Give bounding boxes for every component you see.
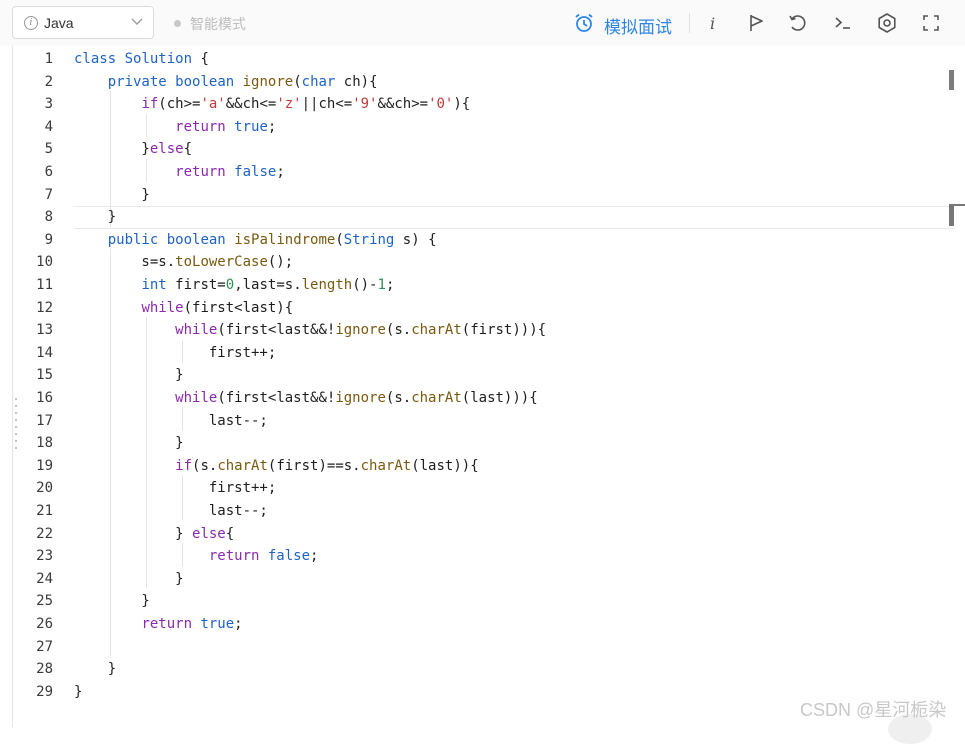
editor-toolbar: i Java 智能模式 模拟面试 i bbox=[0, 0, 965, 46]
line-number: 9 bbox=[44, 231, 53, 248]
line-number: 14 bbox=[36, 344, 53, 361]
line-number: 19 bbox=[36, 457, 53, 474]
code-line-5: }else{ bbox=[74, 141, 193, 158]
settings-icon[interactable] bbox=[876, 12, 898, 34]
line-number: 22 bbox=[36, 525, 53, 542]
code-line-2: private boolean ignore(char ch){ bbox=[107, 73, 378, 90]
line-number: 21 bbox=[36, 503, 53, 519]
code-editor[interactable]: 1 2 3 4 5 6 7 8 9 10 11 12 13 14 15 16 17 18 19 20 21 22 23 24 2… bbox=[12, 46, 965, 727]
chevron-down-icon bbox=[131, 18, 143, 25]
reset-icon[interactable] bbox=[787, 12, 809, 34]
line-number: 20 bbox=[36, 480, 53, 497]
line-number: 27 bbox=[36, 638, 53, 655]
line-number: 1 bbox=[44, 51, 53, 67]
code-line-13: while(first<last&&!ignore(s.charAt(first… bbox=[175, 322, 547, 339]
code-line-23: return false; bbox=[208, 548, 319, 565]
scrollbar-cursor-marker bbox=[949, 204, 954, 226]
mock-interview-label: 模拟面试 bbox=[604, 18, 672, 37]
line-number: 11 bbox=[36, 277, 53, 293]
fullscreen-icon[interactable] bbox=[920, 12, 942, 34]
watermark: CSDN @星河栀染 bbox=[800, 700, 947, 720]
line-number: 28 bbox=[36, 661, 53, 678]
vertical-scrollbar[interactable] bbox=[949, 70, 954, 90]
line-number: 12 bbox=[36, 299, 53, 316]
code-line-21: last--; bbox=[74, 503, 268, 519]
smart-mode-toggle[interactable]: 智能模式 bbox=[174, 14, 246, 34]
code-line-3: if(ch>='a'&&ch<='z'||ch<='9'&&ch>='0'){ bbox=[141, 96, 471, 113]
info-circle-icon: i bbox=[24, 16, 38, 30]
line-number: 13 bbox=[36, 322, 53, 339]
code-line-15: } bbox=[74, 367, 184, 384]
line-number: 24 bbox=[36, 570, 53, 587]
code-line-1: class Solution { bbox=[74, 51, 209, 67]
current-line-highlight bbox=[74, 206, 954, 230]
code-line-14: first++; bbox=[74, 344, 277, 361]
code-line-20: first++; bbox=[74, 480, 277, 497]
line-number: 18 bbox=[36, 435, 53, 452]
line-number: 5 bbox=[44, 141, 53, 158]
code-line-26: return true; bbox=[141, 616, 243, 632]
line-number: 3 bbox=[44, 96, 53, 113]
language-label: Java bbox=[44, 15, 74, 31]
smart-mode-label: 智能模式 bbox=[190, 16, 246, 32]
svg-text:i: i bbox=[710, 14, 715, 33]
line-number: 23 bbox=[36, 548, 53, 565]
code-line-9: public boolean isPalindrome(String s) { bbox=[107, 231, 437, 248]
code-line-11: int first=0,last=s.length()-1; bbox=[141, 277, 395, 293]
line-number: 2 bbox=[44, 73, 53, 90]
line-number: 17 bbox=[36, 412, 53, 429]
status-dot-icon bbox=[174, 20, 181, 27]
run-flag-icon[interactable] bbox=[745, 12, 767, 34]
toolbar-divider bbox=[689, 13, 690, 33]
scrollbar-cursor-tick bbox=[954, 204, 965, 206]
code-line-17: last--; bbox=[74, 412, 268, 429]
code-line-6: return false; bbox=[175, 164, 285, 180]
line-number: 16 bbox=[36, 390, 53, 406]
code-line-8: } bbox=[74, 209, 117, 226]
language-select[interactable]: i Java bbox=[12, 6, 154, 39]
code-line-16: while(first<last&&!ignore(s.charAt(last)… bbox=[175, 390, 538, 406]
line-number: 7 bbox=[44, 186, 53, 203]
code-line-7: } bbox=[74, 186, 150, 203]
line-number-gutter: 1 2 3 4 5 6 7 8 9 10 11 12 13 14 15 16 17 18 19 20 21 22 23 24 2… bbox=[13, 46, 63, 727]
line-number: 29 bbox=[36, 683, 53, 700]
terminal-icon[interactable] bbox=[832, 12, 854, 34]
code-line-19: if(s.charAt(first)==s.charAt(last)){ bbox=[175, 457, 479, 474]
code-line-22: } else{ bbox=[74, 525, 235, 542]
line-number: 4 bbox=[44, 118, 53, 135]
code-line-12: while(first<last){ bbox=[141, 299, 294, 316]
code-line-28: } bbox=[74, 661, 117, 678]
line-number: 6 bbox=[44, 164, 53, 180]
line-number: 25 bbox=[36, 593, 53, 610]
code-line-4: return true; bbox=[175, 118, 277, 135]
code-line-29: } bbox=[74, 683, 83, 700]
line-number: 10 bbox=[36, 254, 53, 271]
line-number: 8 bbox=[44, 209, 53, 226]
info-icon[interactable]: i bbox=[702, 12, 724, 34]
code-line-24: } bbox=[74, 570, 184, 587]
line-number: 15 bbox=[36, 367, 53, 384]
code-line-18: } bbox=[74, 435, 184, 452]
code-line-10: s=s.toLowerCase(); bbox=[74, 254, 294, 271]
code-line-25: } bbox=[74, 593, 150, 610]
line-number: 26 bbox=[36, 616, 53, 632]
alarm-clock-icon bbox=[575, 13, 593, 32]
